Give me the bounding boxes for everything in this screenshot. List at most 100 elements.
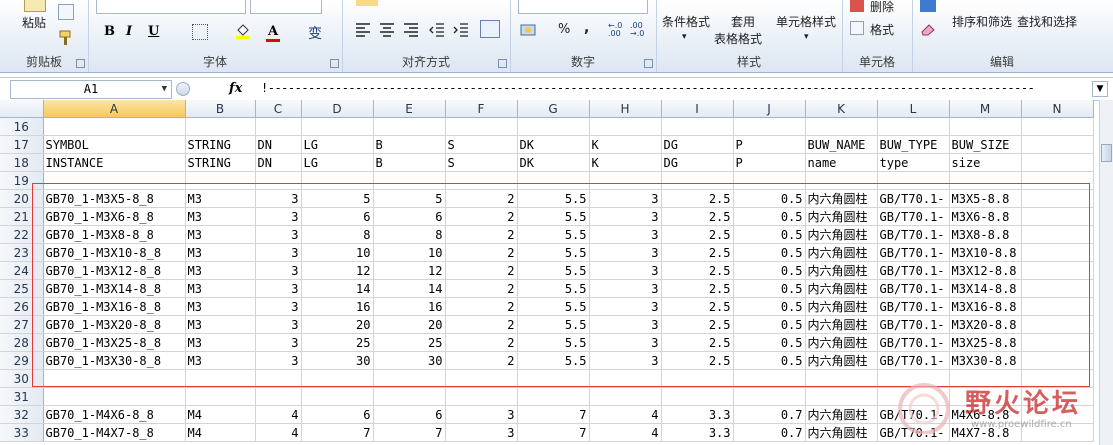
cell-j19[interactable] (733, 171, 806, 190)
cell-f16[interactable] (445, 117, 518, 136)
cell-b18[interactable]: STRING (185, 153, 256, 172)
cell-m19[interactable] (949, 171, 1022, 190)
cell-l23[interactable]: GB/T70.1- (877, 243, 950, 262)
cell-a32[interactable]: GB70_1-M4X6-8_8 (43, 405, 186, 424)
cell-g28[interactable]: 5.5 (517, 333, 590, 352)
cell-i28[interactable]: 2.5 (661, 333, 734, 352)
cell-h28[interactable]: 3 (589, 333, 662, 352)
cell-k30[interactable] (805, 369, 878, 388)
cell-d20[interactable]: 5 (301, 189, 374, 208)
delete-icon[interactable] (850, 0, 864, 12)
cell-c19[interactable] (255, 171, 302, 190)
cell-j22[interactable]: 0.5 (733, 225, 806, 244)
border-icon[interactable] (192, 24, 208, 40)
cell-f27[interactable]: 2 (445, 315, 518, 334)
paste-button[interactable]: 粘贴 (22, 14, 46, 31)
cell-e16[interactable] (373, 117, 446, 136)
cell-i29[interactable]: 2.5 (661, 351, 734, 370)
cell-d32[interactable]: 6 (301, 405, 374, 424)
cell-a23[interactable]: GB70_1-M3X10-8_8 (43, 243, 186, 262)
cell-l27[interactable]: GB/T70.1- (877, 315, 950, 334)
cell-styles-dropdown-icon[interactable]: ▾ (804, 32, 809, 42)
cell-f24[interactable]: 2 (445, 261, 518, 280)
cell-f25[interactable]: 2 (445, 279, 518, 298)
cell-j18[interactable]: P (733, 153, 806, 172)
cell-l20[interactable]: GB/T70.1- (877, 189, 950, 208)
cell-g25[interactable]: 5.5 (517, 279, 590, 298)
merge-center-icon[interactable] (480, 20, 500, 38)
cell-n19[interactable] (1021, 171, 1094, 190)
cell-j23[interactable]: 0.5 (733, 243, 806, 262)
cell-g19[interactable] (517, 171, 590, 190)
cell-h22[interactable]: 3 (589, 225, 662, 244)
cell-b24[interactable]: M3 (185, 261, 256, 280)
cell-a33[interactable]: GB70_1-M4X7-8_8 (43, 423, 186, 442)
cell-l28[interactable]: GB/T70.1- (877, 333, 950, 352)
cell-g31[interactable] (517, 387, 590, 406)
align-left-icon[interactable] (354, 20, 372, 38)
cell-k32[interactable]: 内六角圆柱 (805, 405, 878, 424)
cell-e18[interactable]: B (373, 153, 446, 172)
cell-h25[interactable]: 3 (589, 279, 662, 298)
cell-n21[interactable] (1021, 207, 1094, 226)
font-name-combo[interactable] (96, 0, 246, 14)
column-header-a[interactable]: A (43, 100, 186, 118)
cell-g16[interactable] (517, 117, 590, 136)
row-header[interactable]: 24 (0, 261, 44, 280)
cell-c29[interactable]: 3 (255, 351, 302, 370)
cell-a17[interactable]: SYMBOL (43, 135, 186, 154)
cell-g24[interactable]: 5.5 (517, 261, 590, 280)
cell-n23[interactable] (1021, 243, 1094, 262)
cell-h16[interactable] (589, 117, 662, 136)
cell-e27[interactable]: 20 (373, 315, 446, 334)
column-header-e[interactable]: E (373, 100, 446, 118)
cell-d24[interactable]: 12 (301, 261, 374, 280)
cell-b26[interactable]: M3 (185, 297, 256, 316)
number-format-combo[interactable] (518, 0, 648, 14)
cell-c31[interactable] (255, 387, 302, 406)
find-select-button[interactable]: 查找和选择 (1017, 13, 1077, 30)
cell-j21[interactable]: 0.5 (733, 207, 806, 226)
cell-k23[interactable]: 内六角圆柱 (805, 243, 878, 262)
cell-d21[interactable]: 6 (301, 207, 374, 226)
fill-color-icon[interactable] (234, 22, 252, 40)
clear-icon[interactable] (920, 22, 936, 36)
cell-m28[interactable]: M3X25-8.8 (949, 333, 1022, 352)
cell-n22[interactable] (1021, 225, 1094, 244)
cell-a24[interactable]: GB70_1-M3X12-8_8 (43, 261, 186, 280)
cell-b22[interactable]: M3 (185, 225, 256, 244)
vertical-scrollbar-thumb[interactable] (1101, 144, 1112, 162)
cell-d28[interactable]: 25 (301, 333, 374, 352)
top-align-icon[interactable] (356, 0, 378, 6)
cell-a27[interactable]: GB70_1-M3X20-8_8 (43, 315, 186, 334)
column-header-h[interactable]: H (589, 100, 662, 118)
cell-e23[interactable]: 10 (373, 243, 446, 262)
cell-i23[interactable]: 2.5 (661, 243, 734, 262)
cell-e17[interactable]: B (373, 135, 446, 154)
cell-h26[interactable]: 3 (589, 297, 662, 316)
cell-h32[interactable]: 4 (589, 405, 662, 424)
cell-k17[interactable]: BUW_NAME (805, 135, 878, 154)
cell-styles-button[interactable]: 单元格样式 (776, 13, 836, 30)
cell-a26[interactable]: GB70_1-M3X16-8_8 (43, 297, 186, 316)
cell-h18[interactable]: K (589, 153, 662, 172)
cell-i16[interactable] (661, 117, 734, 136)
cell-g29[interactable]: 5.5 (517, 351, 590, 370)
decrease-indent-icon[interactable] (428, 20, 446, 38)
cell-i22[interactable]: 2.5 (661, 225, 734, 244)
cell-a16[interactable] (43, 117, 186, 136)
column-header-i[interactable]: I (661, 100, 734, 118)
cell-c21[interactable]: 3 (255, 207, 302, 226)
select-all-corner[interactable] (0, 100, 44, 118)
cell-n16[interactable] (1021, 117, 1094, 136)
column-header-l[interactable]: L (877, 100, 950, 118)
cell-a22[interactable]: GB70_1-M3X8-8_8 (43, 225, 186, 244)
row-header[interactable]: 33 (0, 423, 44, 442)
cell-n20[interactable] (1021, 189, 1094, 208)
cell-i24[interactable]: 2.5 (661, 261, 734, 280)
cell-k18[interactable]: name (805, 153, 878, 172)
cell-n27[interactable] (1021, 315, 1094, 334)
cell-n18[interactable] (1021, 153, 1094, 172)
cell-g32[interactable]: 7 (517, 405, 590, 424)
align-center-icon[interactable] (378, 20, 396, 38)
